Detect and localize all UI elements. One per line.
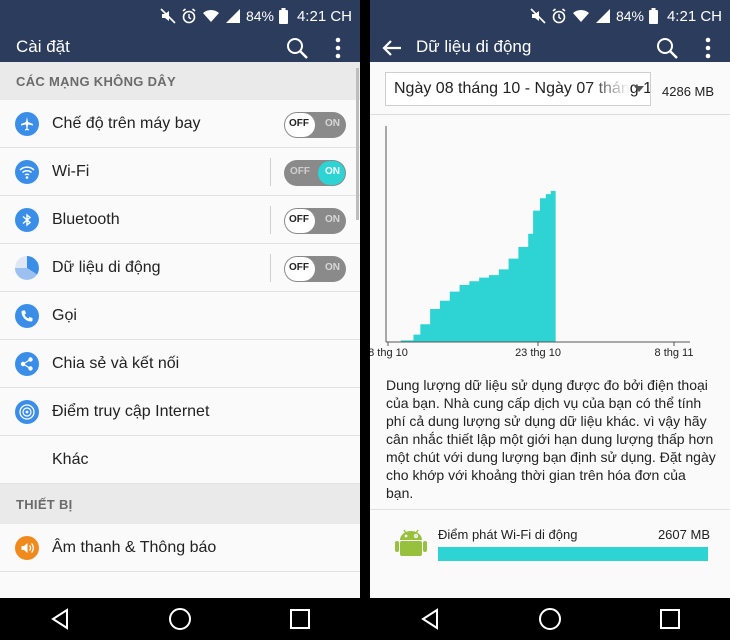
android-app-icon: [394, 526, 428, 560]
wifi-status-icon: [572, 8, 590, 24]
settings-item-label: Chế độ trên máy bay: [52, 114, 201, 132]
search-icon[interactable]: [653, 34, 681, 62]
bluetooth-icon: [15, 208, 39, 232]
mobile-data-screen: 84% 4:21 CH Dữ liệu di động Ngày 08 thán…: [370, 0, 730, 640]
settings-item-label: Âm thanh & Thông báo: [52, 538, 217, 556]
settings-screen: 84% 4:21 CH Cài đặt CÁC MẠNG KHÔNG DÂY C…: [0, 0, 360, 640]
share-icon: [15, 352, 39, 376]
settings-item-mobile-data[interactable]: Dữ liệu di động OFF ON: [0, 244, 360, 292]
divider: [270, 254, 271, 282]
settings-item-sound[interactable]: Âm thanh & Thông báo: [0, 524, 360, 572]
total-usage: 4286 MB: [662, 84, 715, 99]
settings-item-label: Gọi: [52, 306, 77, 324]
settings-item-hotspot[interactable]: Điểm truy cập Internet: [0, 388, 360, 436]
battery-percent: 84%: [245, 8, 274, 24]
usage-description: Dung lượng dữ liệu sử dụng được đo bởi đ…: [386, 377, 716, 501]
recent-apps-icon[interactable]: [280, 601, 320, 637]
battery-icon: [648, 8, 658, 24]
x-tick-label: 8 thg 10: [370, 347, 408, 359]
section-device-header: THIẾT BỊ: [0, 484, 360, 524]
page-title: Dữ liệu di động: [416, 37, 532, 56]
settings-item-share-connect[interactable]: Chia sẻ và kết nối: [0, 340, 360, 388]
x-tick-label: 8 thg 11: [655, 347, 694, 359]
status-bar: 84% 4:21 CH: [0, 0, 360, 32]
settings-item-label: Điểm truy cập Internet: [52, 402, 210, 420]
signal-icon: [225, 8, 241, 24]
settings-item-airplane-mode[interactable]: Chế độ trên máy bay OFF ON: [0, 100, 360, 148]
app-usage-bar: [438, 547, 708, 561]
more-options-icon[interactable]: [324, 34, 352, 62]
nav-bar: [0, 598, 360, 640]
app-usage-size: 2607 MB: [657, 527, 710, 542]
usage-chart: 8 thg 10 23 thg 10 8 thg 11: [370, 115, 730, 365]
settings-item-label: Bluetooth: [52, 210, 120, 228]
hotspot-icon: [15, 400, 39, 424]
back-icon[interactable]: [410, 601, 450, 637]
back-arrow-icon[interactable]: [378, 34, 406, 62]
clock: 4:21 CH: [296, 7, 352, 25]
alarm-icon: [551, 8, 567, 24]
wifi-toggle[interactable]: OFF ON: [284, 160, 346, 186]
app-name: Điểm phát Wi-Fi di động: [438, 527, 578, 542]
usage-chart-svg: 8 thg 10 23 thg 10 8 thg 11: [370, 126, 694, 359]
settings-item-call[interactable]: Gọi: [0, 292, 360, 340]
mute-icon: [530, 8, 546, 24]
mute-icon: [160, 8, 176, 24]
settings-item-wifi[interactable]: Wi-Fi OFF ON: [0, 148, 360, 196]
settings-item-label: Wi-Fi: [52, 162, 90, 180]
clock: 4:21 CH: [666, 7, 722, 25]
mobile-data-icon: [15, 256, 39, 280]
bluetooth-toggle[interactable]: OFF ON: [284, 208, 346, 234]
back-icon[interactable]: [40, 601, 80, 637]
more-options-icon[interactable]: [694, 34, 722, 62]
date-range-select[interactable]: Ngày 08 tháng 10 - Ngày 07 tháng 11: [385, 72, 651, 106]
signal-icon: [595, 8, 611, 24]
alarm-icon: [181, 8, 197, 24]
search-icon[interactable]: [283, 34, 311, 62]
page-title: Cài đặt: [16, 37, 70, 56]
chevron-down-icon: [634, 86, 644, 92]
x-tick-label: 23 thg 10: [515, 347, 561, 359]
app-bar: Dữ liệu di động: [370, 32, 730, 62]
airplane-icon: [15, 112, 39, 136]
settings-item-label: Khác: [52, 450, 89, 468]
status-bar: 84% 4:21 CH: [370, 0, 730, 32]
home-icon[interactable]: [160, 601, 200, 637]
wifi-status-icon: [202, 8, 220, 24]
mobile-data-toggle[interactable]: OFF ON: [284, 256, 346, 282]
divider: [270, 206, 271, 234]
settings-item-bluetooth[interactable]: Bluetooth OFF ON: [0, 196, 360, 244]
usage-area-series: [386, 189, 556, 342]
wifi-icon: [15, 160, 39, 184]
settings-item-label: Chia sẻ và kết nối: [52, 354, 180, 372]
speaker-icon: [15, 536, 39, 560]
scrollbar[interactable]: [356, 68, 359, 220]
settings-item-more[interactable]: Khác: [0, 436, 360, 484]
app-usage-list: Điểm phát Wi-Fi di động 2607 MB: [370, 509, 730, 608]
app-bar: Cài đặt: [0, 32, 360, 62]
section-wireless-header: CÁC MẠNG KHÔNG DÂY: [0, 62, 360, 100]
date-range-bar: Ngày 08 tháng 10 - Ngày 07 tháng 11 4286…: [370, 64, 730, 115]
battery-percent: 84%: [615, 8, 644, 24]
nav-bar: [370, 598, 730, 640]
phone-icon: [15, 304, 39, 328]
home-icon[interactable]: [530, 601, 570, 637]
settings-item-label: Dữ liệu di động: [52, 258, 161, 276]
battery-icon: [278, 8, 288, 24]
recent-apps-icon[interactable]: [650, 601, 690, 637]
airplane-mode-toggle[interactable]: OFF ON: [284, 112, 346, 138]
divider: [270, 158, 271, 186]
